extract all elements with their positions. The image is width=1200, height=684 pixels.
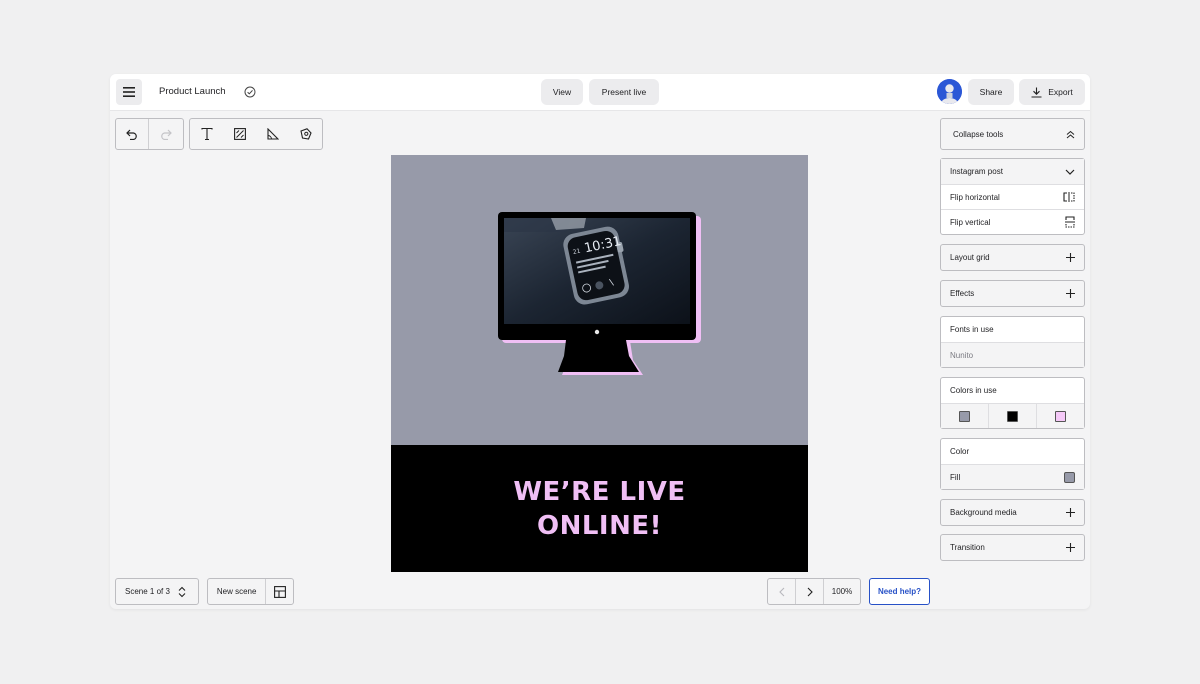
color-title: Color <box>950 447 970 456</box>
redo-icon <box>160 129 172 140</box>
fonts-in-use-panel: Fonts in use Nunito <box>940 316 1085 368</box>
fonts-in-use-title: Fonts in use <box>950 325 994 334</box>
next-scene-button[interactable] <box>796 579 824 604</box>
fill-color-swatch[interactable] <box>1064 471 1075 483</box>
plus-icon <box>1066 543 1075 552</box>
format-panel: Instagram post Flip horizontal Flip vert… <box>940 158 1085 235</box>
color-swatch-cell[interactable] <box>941 404 989 428</box>
zoom-level[interactable]: 100% <box>824 579 860 604</box>
flip-vertical-button[interactable]: Flip vertical <box>941 209 1084 234</box>
caption-band[interactable]: WE’RE LIVE ONLINE! <box>391 445 808 572</box>
color-swatch <box>1007 410 1018 422</box>
view-button[interactable]: View <box>541 79 583 105</box>
fill-label: Fill <box>950 472 961 482</box>
editor-window: Product Launch View Present live Share E… <box>110 74 1090 609</box>
format-label: Instagram post <box>950 167 1003 176</box>
layout-icon <box>273 585 286 598</box>
scene-selector[interactable]: Scene 1 of 3 <box>115 578 199 605</box>
chevron-right-icon <box>807 587 813 596</box>
headline-line-2: ONLINE! <box>537 510 662 541</box>
top-bar: Product Launch View Present live Share E… <box>110 74 1090 111</box>
new-scene-button[interactable]: New scene <box>208 579 267 604</box>
plus-icon <box>1066 253 1075 262</box>
export-button[interactable]: Export <box>1019 79 1085 105</box>
flip-vertical-icon <box>1065 216 1075 228</box>
flip-vertical-label: Flip vertical <box>950 217 991 227</box>
effects-section[interactable]: Effects <box>940 280 1085 307</box>
font-name: Nunito <box>950 350 974 360</box>
background-media-section[interactable]: Background media <box>940 499 1085 526</box>
flip-horizontal-button[interactable]: Flip horizontal <box>941 184 1084 209</box>
undo-button[interactable] <box>116 119 149 149</box>
zoom-controls: 100% <box>767 578 861 605</box>
colors-in-use-title: Colors in use <box>950 386 997 395</box>
download-icon <box>1031 87 1042 98</box>
sticker-tool-button[interactable] <box>289 119 322 149</box>
collapse-tools-label: Collapse tools <box>953 129 1004 139</box>
sticker-icon <box>299 128 312 140</box>
shape-icon <box>266 128 279 140</box>
flip-horizontal-label: Flip horizontal <box>950 192 1000 202</box>
fill-control[interactable]: Fill <box>941 464 1084 489</box>
media-icon <box>233 128 246 140</box>
share-button[interactable]: Share <box>968 79 1014 105</box>
design-canvas[interactable]: 21 10:31 WE’RE LIVE ONLINE! <box>391 155 808 572</box>
double-chevron-up-icon <box>1066 130 1075 138</box>
layout-grid-label: Layout grid <box>950 253 990 262</box>
export-label: Export <box>1048 87 1073 97</box>
document-title[interactable]: Product Launch <box>159 86 226 97</box>
layout-grid-section[interactable]: Layout grid <box>940 244 1085 271</box>
shape-tool-button[interactable] <box>256 119 289 149</box>
headline-text[interactable]: WE’RE LIVE ONLINE! <box>513 475 685 543</box>
insert-toolbar <box>189 118 323 150</box>
effects-label: Effects <box>950 289 975 298</box>
color-panel: Color Fill <box>940 438 1085 490</box>
saved-check-icon <box>243 85 257 99</box>
previous-scene-button[interactable] <box>768 579 796 604</box>
history-toolbar <box>115 118 184 150</box>
chevron-up-down-icon <box>178 586 186 597</box>
background-media-label: Background media <box>950 508 1017 517</box>
headline-line-1: WE’RE LIVE <box>513 476 686 507</box>
menu-button[interactable] <box>116 79 142 105</box>
media-tool-button[interactable] <box>223 119 256 149</box>
plus-icon <box>1066 508 1075 517</box>
new-scene-control: New scene <box>207 578 294 605</box>
avatar[interactable] <box>937 79 962 104</box>
color-swatch-list <box>941 403 1084 428</box>
text-icon <box>200 128 213 140</box>
color-swatch-cell[interactable] <box>989 404 1037 428</box>
transition-label: Transition <box>950 543 985 552</box>
font-item[interactable]: Nunito <box>941 342 1084 367</box>
scene-label: Scene 1 of 3 <box>125 587 170 596</box>
color-swatch <box>1055 410 1066 422</box>
text-tool-button[interactable] <box>190 119 223 149</box>
color-swatch <box>959 410 970 422</box>
chevron-left-icon <box>778 587 784 596</box>
format-select[interactable]: Instagram post <box>941 159 1084 184</box>
plus-icon <box>1066 289 1075 298</box>
colors-in-use-panel: Colors in use <box>940 377 1085 429</box>
color-swatch-cell[interactable] <box>1037 404 1084 428</box>
scene-layout-button[interactable] <box>266 579 293 604</box>
present-live-button[interactable]: Present live <box>589 79 659 105</box>
hamburger-icon <box>123 87 135 97</box>
undo-icon <box>126 129 137 140</box>
collapse-tools-button[interactable]: Collapse tools <box>940 118 1085 150</box>
need-help-button[interactable]: Need help? <box>869 578 930 605</box>
chevron-down-icon <box>1065 169 1075 175</box>
monitor-image[interactable]: 21 10:31 <box>496 210 701 378</box>
flip-horizontal-icon <box>1063 192 1075 202</box>
redo-button[interactable] <box>149 119 182 149</box>
transition-section[interactable]: Transition <box>940 534 1085 561</box>
